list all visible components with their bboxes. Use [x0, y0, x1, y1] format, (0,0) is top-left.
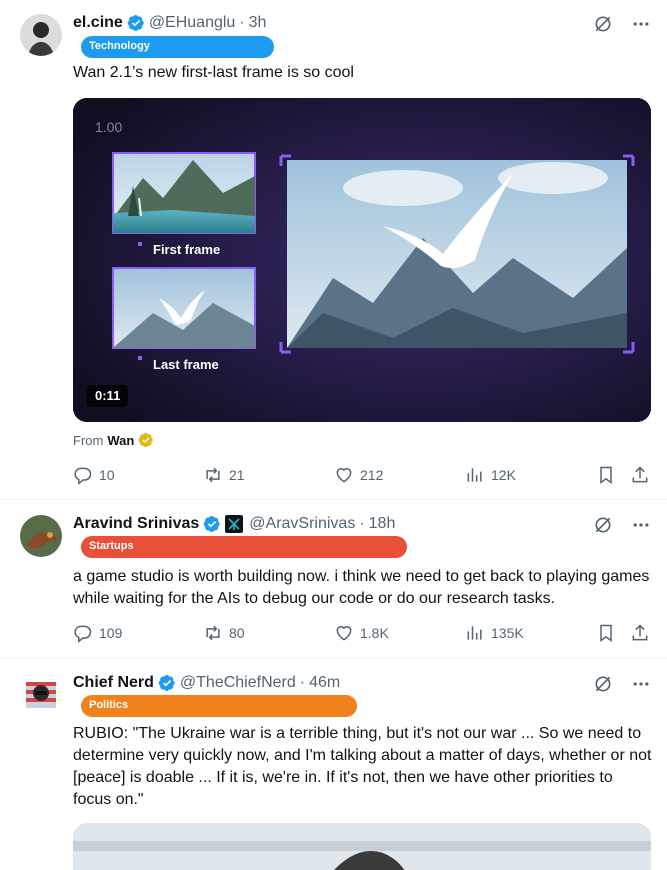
tweet-text: RUBIO: "The Ukraine war is a terrible th… — [73, 725, 652, 808]
share-button[interactable] — [630, 623, 650, 643]
share-icon — [630, 623, 650, 643]
reply-button[interactable]: 109 — [73, 623, 122, 643]
repost-button[interactable]: 21 — [203, 465, 245, 485]
handle[interactable]: @EHuanglu — [149, 14, 236, 32]
from-attribution[interactable]: From Wan — [73, 432, 154, 448]
timestamp[interactable]: 3h — [249, 14, 267, 32]
bookmark-icon — [596, 623, 616, 643]
like-button[interactable]: 212 — [334, 465, 383, 485]
grok-icon[interactable] — [593, 515, 613, 535]
views-icon — [465, 465, 485, 485]
repost-button[interactable]: 80 — [203, 623, 245, 643]
verified-badge-icon — [203, 515, 221, 533]
separator-dot: · — [359, 515, 365, 532]
verified-badge-icon — [158, 674, 176, 692]
topic-badge: Technology — [81, 36, 274, 58]
video-player[interactable] — [73, 823, 651, 870]
repost-count: 21 — [229, 467, 245, 483]
handle[interactable]: @TheChiefNerd — [180, 674, 296, 692]
video-thumbnail — [73, 823, 651, 870]
topic-badge: Startups — [81, 536, 407, 558]
display-name[interactable]: Aravind Srinivas — [73, 515, 199, 533]
repost-icon — [203, 623, 223, 643]
video-duration: 0:11 — [87, 385, 129, 407]
more-options-icon[interactable] — [631, 14, 651, 34]
like-count: 1.8K — [360, 625, 389, 641]
views-button[interactable]: 135K — [465, 623, 524, 643]
share-button[interactable] — [630, 465, 650, 485]
bookmark-button[interactable] — [596, 623, 616, 643]
handle[interactable]: @AravSrinivas — [249, 515, 355, 533]
reply-count: 10 — [99, 467, 115, 483]
tweet-actions: 10 21 212 12K — [73, 465, 653, 487]
first-frame-label: First frame — [153, 242, 221, 257]
bookmark-icon — [596, 465, 616, 485]
header-actions — [593, 14, 651, 34]
reply-icon — [73, 465, 93, 485]
timestamp[interactable]: 46m — [309, 674, 340, 692]
topic-badge: Politics — [81, 695, 357, 717]
more-options-icon[interactable] — [631, 515, 651, 535]
grok-icon[interactable] — [593, 14, 613, 34]
view-count: 12K — [491, 467, 516, 483]
header-actions — [593, 674, 651, 694]
reply-button[interactable]: 10 — [73, 465, 115, 485]
like-button[interactable]: 1.8K — [334, 623, 389, 643]
video-player[interactable]: 1.00 First frame Last frame 0:11 — [73, 98, 651, 422]
tweet-header: Chief Nerd @TheChiefNerd · 46m — [73, 674, 340, 692]
tweet-aravind-srinivas[interactable]: Aravind Srinivas @AravSrinivas · 18h Sta… — [0, 500, 667, 659]
repost-icon — [203, 465, 223, 485]
avatar[interactable] — [20, 515, 62, 557]
share-icon — [630, 465, 650, 485]
display-name[interactable]: el.cine — [73, 14, 123, 32]
display-name[interactable]: Chief Nerd — [73, 674, 154, 692]
view-count: 135K — [491, 625, 524, 641]
avatar[interactable] — [20, 674, 62, 716]
tweet-text: Wan 2.1’s new first-last frame is so coo… — [73, 64, 354, 81]
separator-dot: · — [239, 14, 245, 31]
timestamp[interactable]: 18h — [369, 515, 396, 533]
views-icon — [465, 623, 485, 643]
grok-icon[interactable] — [593, 674, 613, 694]
avatar[interactable] — [20, 14, 62, 56]
like-count: 212 — [360, 467, 384, 483]
tweet-header: el.cine @EHuanglu · 3h — [73, 14, 266, 32]
playback-speed: 1.00 — [95, 119, 123, 135]
affiliate-logo-icon[interactable] — [225, 515, 244, 533]
reply-count: 109 — [99, 625, 123, 641]
tweet-actions: 109 80 1.8K 135K — [73, 623, 653, 645]
last-frame-label: Last frame — [153, 357, 219, 372]
more-options-icon[interactable] — [631, 674, 651, 694]
bookmark-button[interactable] — [596, 465, 616, 485]
from-source-name[interactable]: Wan — [107, 433, 134, 448]
repost-count: 80 — [229, 625, 245, 641]
video-frame — [73, 98, 651, 422]
tweet-text: a game studio is worth building now. i t… — [73, 568, 650, 607]
heart-icon — [334, 465, 354, 485]
verified-badge-icon — [127, 14, 145, 32]
from-label: From — [73, 432, 104, 448]
tweet-chief-nerd[interactable]: Chief Nerd @TheChiefNerd · 46m Politics … — [0, 659, 667, 870]
tweet-el-cine[interactable]: el.cine @EHuanglu · 3h Technology Wan 2.… — [0, 0, 667, 500]
header-actions — [593, 515, 651, 535]
reply-icon — [73, 623, 93, 643]
tweet-header: Aravind Srinivas @AravSrinivas · 18h — [73, 515, 395, 533]
separator-dot: · — [299, 674, 306, 691]
views-button[interactable]: 12K — [465, 465, 516, 485]
gold-verified-icon — [138, 432, 154, 448]
heart-icon — [334, 623, 354, 643]
